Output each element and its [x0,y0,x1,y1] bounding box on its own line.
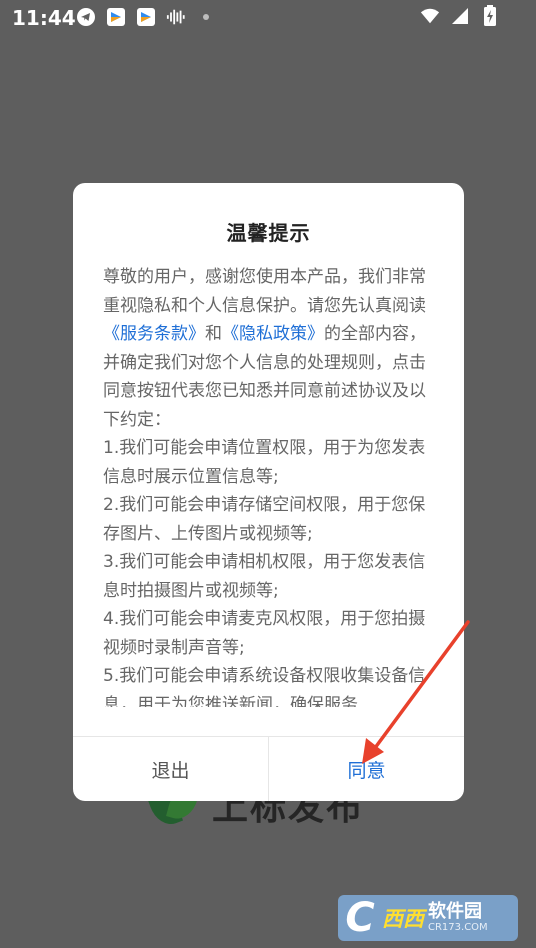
watermark-brand: 西西 [382,907,424,931]
privacy-dialog: 温馨提示 尊敬的用户，感谢您使用本产品，我们非常重视隐私和个人信息保护。请您先认… [73,183,464,801]
dialog-body[interactable]: 尊敬的用户，感谢您使用本产品，我们非常重视隐私和个人信息保护。请您先认真阅读《服… [103,263,435,707]
app-icon [136,7,156,27]
exit-button[interactable]: 退出 [73,737,269,801]
status-bar: 11:44 [0,0,536,34]
status-notification-icons [76,7,216,27]
watermark-c-icon: C [345,895,375,941]
agree-button[interactable]: 同意 [269,737,464,801]
app-icon [106,7,126,27]
watermark-url: CR173.COM [428,922,488,933]
watermark-right: 软件园 CR173.COM [428,903,488,933]
status-time: 11:44 [12,6,76,30]
and-text: 和 [205,324,222,344]
dialog-title: 温馨提示 [226,221,311,245]
telegram-icon [76,7,96,27]
permission-item-location: 1.我们可能会申请位置权限，用于为您发表信息时展示位置信息等; [103,438,426,487]
permission-item-storage: 2.我们可能会申请存储空间权限，用于您保存图片、上传图片或视频等; [103,495,426,544]
battery-icon [480,5,500,26]
status-system-icons [420,5,500,26]
audio-icon [166,7,186,27]
intro-text-1: 尊敬的用户，感谢您使用本产品，我们非常重视隐私和个人信息保护。请您先认真阅读 [103,267,426,316]
signal-icon [450,6,470,26]
wifi-icon [420,6,440,26]
watermark-logo: C 西西 软件园 CR173.COM [338,895,518,941]
privacy-policy-link[interactable]: 《隐私政策》 [222,324,324,344]
dot-icon [196,7,216,27]
permission-item-microphone: 4.我们可能会申请麦克风权限，用于您拍摄视频时录制声音等; [103,609,426,658]
dialog-footer: 退出 同意 [73,736,464,801]
permission-item-device: 5.我们可能会申请系统设备权限收集设备信息，用于为您推送新闻，确保服务 [103,666,426,707]
watermark-name: 软件园 [428,901,482,922]
permission-item-camera: 3.我们可能会申请相机权限，用于您发表信息时拍摄图片或视频等; [103,552,426,601]
terms-of-service-link[interactable]: 《服务条款》 [103,324,205,344]
